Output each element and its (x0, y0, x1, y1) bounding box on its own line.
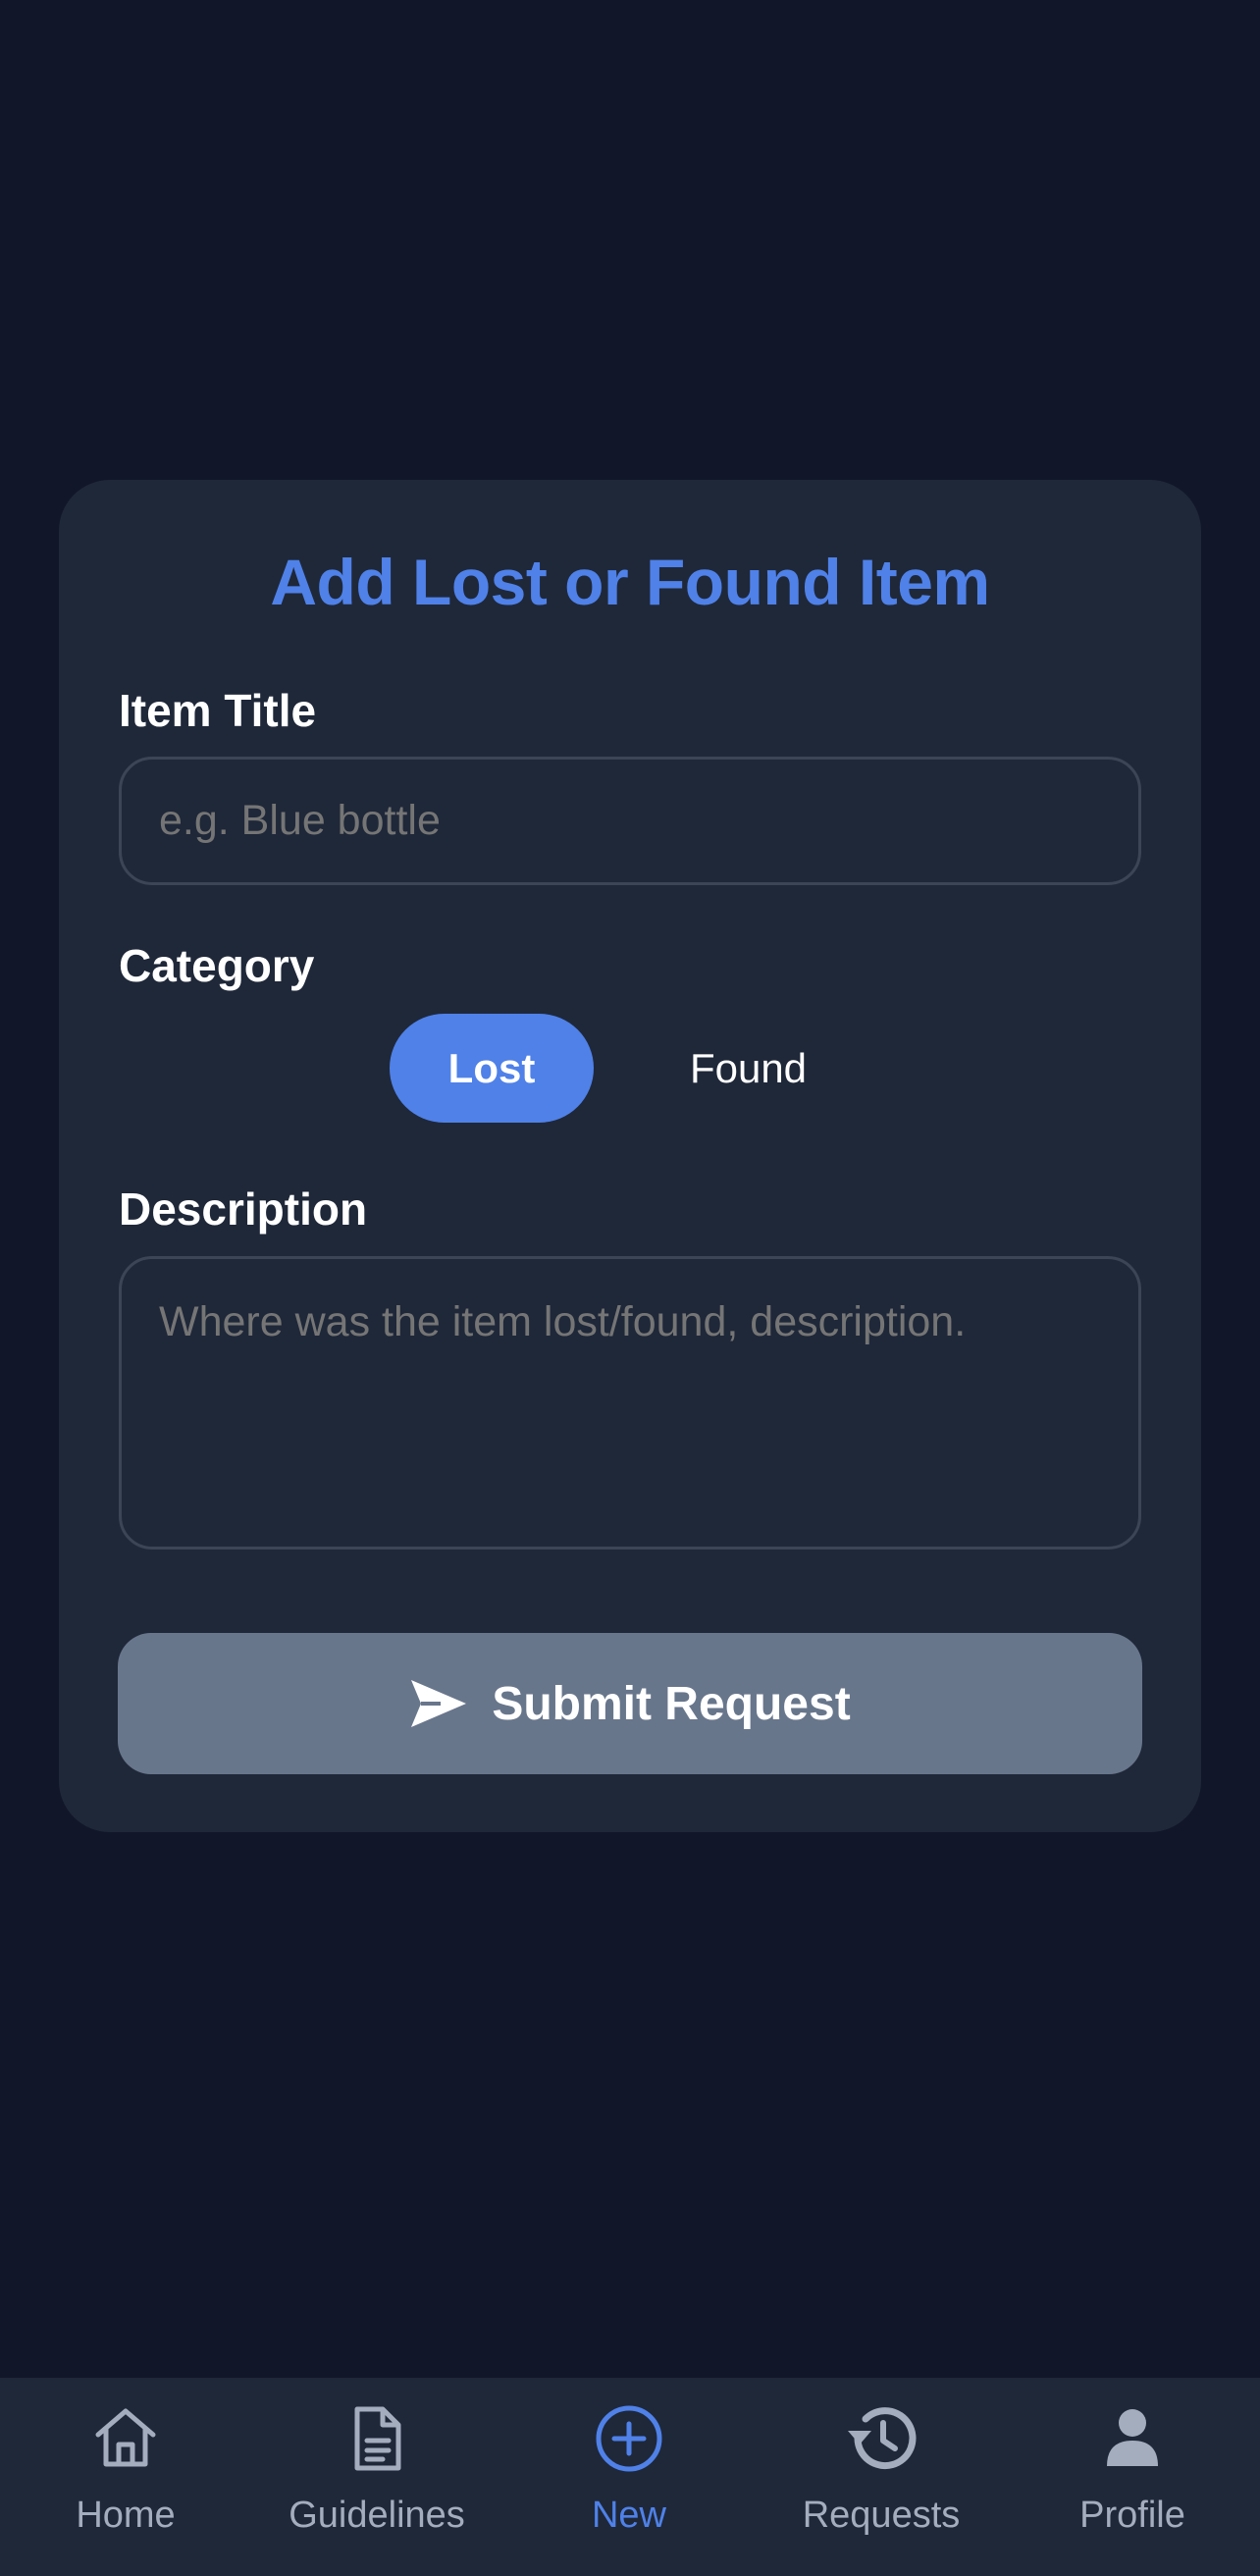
category-found-button[interactable]: Found (648, 1014, 849, 1123)
submit-request-label: Submit Request (492, 1677, 851, 1730)
description-textarea[interactable] (119, 1256, 1141, 1550)
plus-circle-icon (592, 2401, 666, 2476)
tab-new[interactable]: New (503, 2378, 755, 2576)
item-title-label: Item Title (119, 685, 317, 736)
tab-guidelines-label: Guidelines (289, 2495, 465, 2536)
send-icon (409, 1678, 468, 1729)
tab-profile[interactable]: Profile (1007, 2378, 1258, 2576)
home-icon (88, 2401, 163, 2476)
category-label: Category (119, 940, 315, 991)
tab-home-label: Home (76, 2495, 176, 2536)
history-icon (844, 2401, 919, 2476)
page-title: Add Lost or Found Item (270, 546, 990, 618)
category-lost-button[interactable]: Lost (390, 1014, 594, 1123)
submit-request-button[interactable]: Submit Request (118, 1633, 1142, 1774)
tab-profile-label: Profile (1079, 2495, 1185, 2536)
bottom-tab-bar: Home Guidelines New Requests Profile (0, 2378, 1260, 2576)
tab-new-label: New (591, 2495, 667, 2536)
document-icon (340, 2401, 414, 2476)
description-label: Description (119, 1183, 368, 1235)
tab-requests-label: Requests (802, 2495, 961, 2536)
user-icon (1095, 2401, 1170, 2476)
tab-guidelines[interactable]: Guidelines (251, 2378, 502, 2576)
item-title-input[interactable] (119, 757, 1141, 885)
tab-requests[interactable]: Requests (756, 2378, 1007, 2576)
tab-home[interactable]: Home (0, 2378, 251, 2576)
